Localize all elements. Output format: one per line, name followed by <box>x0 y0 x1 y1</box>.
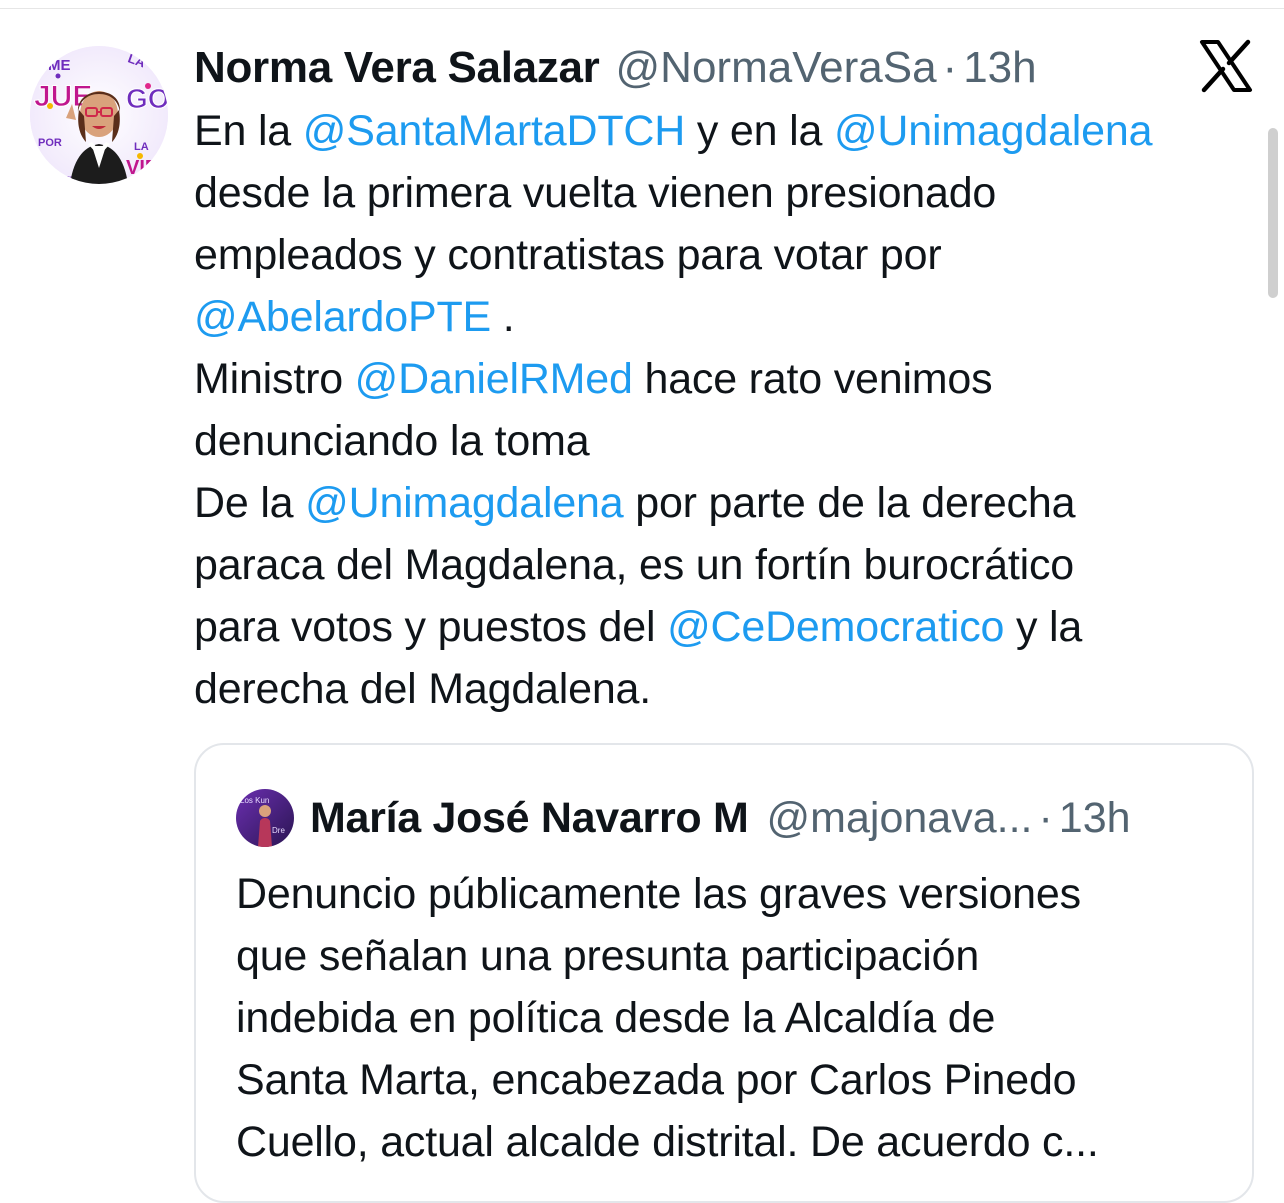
mention-link[interactable]: @AbelardoPTE <box>194 293 491 341</box>
tweet-text-segment: por parte de la derecha <box>623 479 1076 527</box>
tweet-text-segment: derecha del Magdalena. <box>194 665 651 713</box>
avatar-text-me: ME <box>48 57 71 74</box>
tweet-text-segment: De la <box>194 479 306 527</box>
tweet-text-segment: En la <box>194 107 303 155</box>
quoted-author-name[interactable]: María José Navarro M <box>310 794 749 843</box>
tweet-text-line: denunciando la toma <box>194 410 1264 472</box>
scrollbar[interactable] <box>1268 128 1278 298</box>
x-logo-icon-svg <box>1200 39 1252 93</box>
avatar-text-la-mid: LA <box>134 141 149 153</box>
quoted-avatar-text-dre: Dre <box>272 826 285 835</box>
quoted-tweet-timestamp[interactable]: 13h <box>1059 794 1131 843</box>
tweet-text: En la @SantaMartaDTCH y en la @Unimagdal… <box>194 100 1264 720</box>
mention-link[interactable]: @DanielRMed <box>355 355 633 403</box>
author-handle[interactable]: @NormaVeraSa <box>616 36 937 100</box>
top-divider <box>0 8 1284 9</box>
quoted-text-line: Denuncio públicamente las graves version… <box>236 870 1081 918</box>
quoted-avatar-text-los: Los Kun <box>240 796 269 805</box>
mention-link[interactable]: @CeDemocratico <box>667 603 1004 651</box>
tweet-text-line: empleados y contratistas para votar por <box>194 224 1264 286</box>
quoted-tweet-header: María José Navarro M @majonava... · 13h <box>310 785 1131 851</box>
tweet-text-segment: y en la <box>685 107 834 155</box>
tweet-text-segment: y la <box>1004 603 1083 651</box>
tweet-text-segment: . <box>491 293 515 341</box>
header-separator: · <box>942 43 958 92</box>
quoted-avatar-image: Los Kun Dre <box>236 789 294 847</box>
quoted-text-line: Cuello, actual alcalde distrital. De acu… <box>236 1118 1099 1166</box>
quoted-author-avatar[interactable]: Los Kun Dre <box>236 789 294 847</box>
quoted-text-line: indebida en política desde la Alcaldía d… <box>236 994 996 1042</box>
tweet-text-line: @AbelardoPTE . <box>194 286 1264 348</box>
tweet-text-segment: empleados y contratistas para votar por <box>194 231 942 279</box>
tweet-text-segment: hace rato venimos <box>632 355 993 403</box>
tweet-text-segment: Ministro <box>194 355 355 403</box>
tweet-text-segment: para votos y puestos del <box>194 603 668 651</box>
tweet-text-line: paraca del Magdalena, es un fortín buroc… <box>194 534 1264 596</box>
tweet-text-line: derecha del Magdalena. <box>194 658 1264 720</box>
author-avatar-image: ME LA JUE GO POR LA VIDA con Iván y <box>30 46 168 184</box>
mention-link[interactable]: @SantaMartaDTCH <box>303 107 686 155</box>
tweet-text-line: desde la primera vuelta vienen presionad… <box>194 162 1264 224</box>
mention-link[interactable]: @Unimagdalena <box>305 479 624 527</box>
tweet-text-line: para votos y puestos del @CeDemocratico … <box>194 596 1264 658</box>
author-avatar[interactable]: ME LA JUE GO POR LA VIDA con Iván y <box>30 46 168 184</box>
tweet-text-line: Ministro @DanielRMed hace rato venimos <box>194 348 1264 410</box>
avatar-text-go: GO <box>126 83 168 114</box>
tweet-text-segment: denunciando la toma <box>194 417 590 465</box>
quoted-text-line: Santa Marta, encabezada por Carlos Pined… <box>236 1056 1077 1104</box>
quoted-text-line: que señalan una presunta participación <box>236 932 980 980</box>
tweet-timestamp[interactable]: 13h <box>963 36 1036 100</box>
tweet-header: Norma Vera Salazar @NormaVeraSa · 13h <box>194 36 1037 100</box>
quoted-tweet-card[interactable]: Los Kun Dre María José Navarro M @majona… <box>194 743 1254 1203</box>
x-logo-icon[interactable] <box>1198 38 1254 94</box>
quoted-author-handle[interactable]: @majonava... <box>767 794 1033 843</box>
tweet-text-line: De la @Unimagdalena por parte de la dere… <box>194 472 1264 534</box>
mention-link[interactable]: @Unimagdalena <box>834 107 1153 155</box>
tweet-text-line: En la @SantaMartaDTCH y en la @Unimagdal… <box>194 100 1264 162</box>
avatar-text-vida: VIDA <box>126 157 168 179</box>
tweet-text-segment: desde la primera vuelta vienen presionad… <box>194 169 997 217</box>
tweet-text-segment: paraca del Magdalena, es un fortín buroc… <box>194 541 1075 589</box>
quoted-header-separator: · <box>1038 793 1053 842</box>
author-name[interactable]: Norma Vera Salazar <box>194 36 600 100</box>
quoted-tweet-text: Denuncio públicamente las graves version… <box>236 863 1236 1173</box>
avatar-text-por: POR <box>38 137 62 149</box>
